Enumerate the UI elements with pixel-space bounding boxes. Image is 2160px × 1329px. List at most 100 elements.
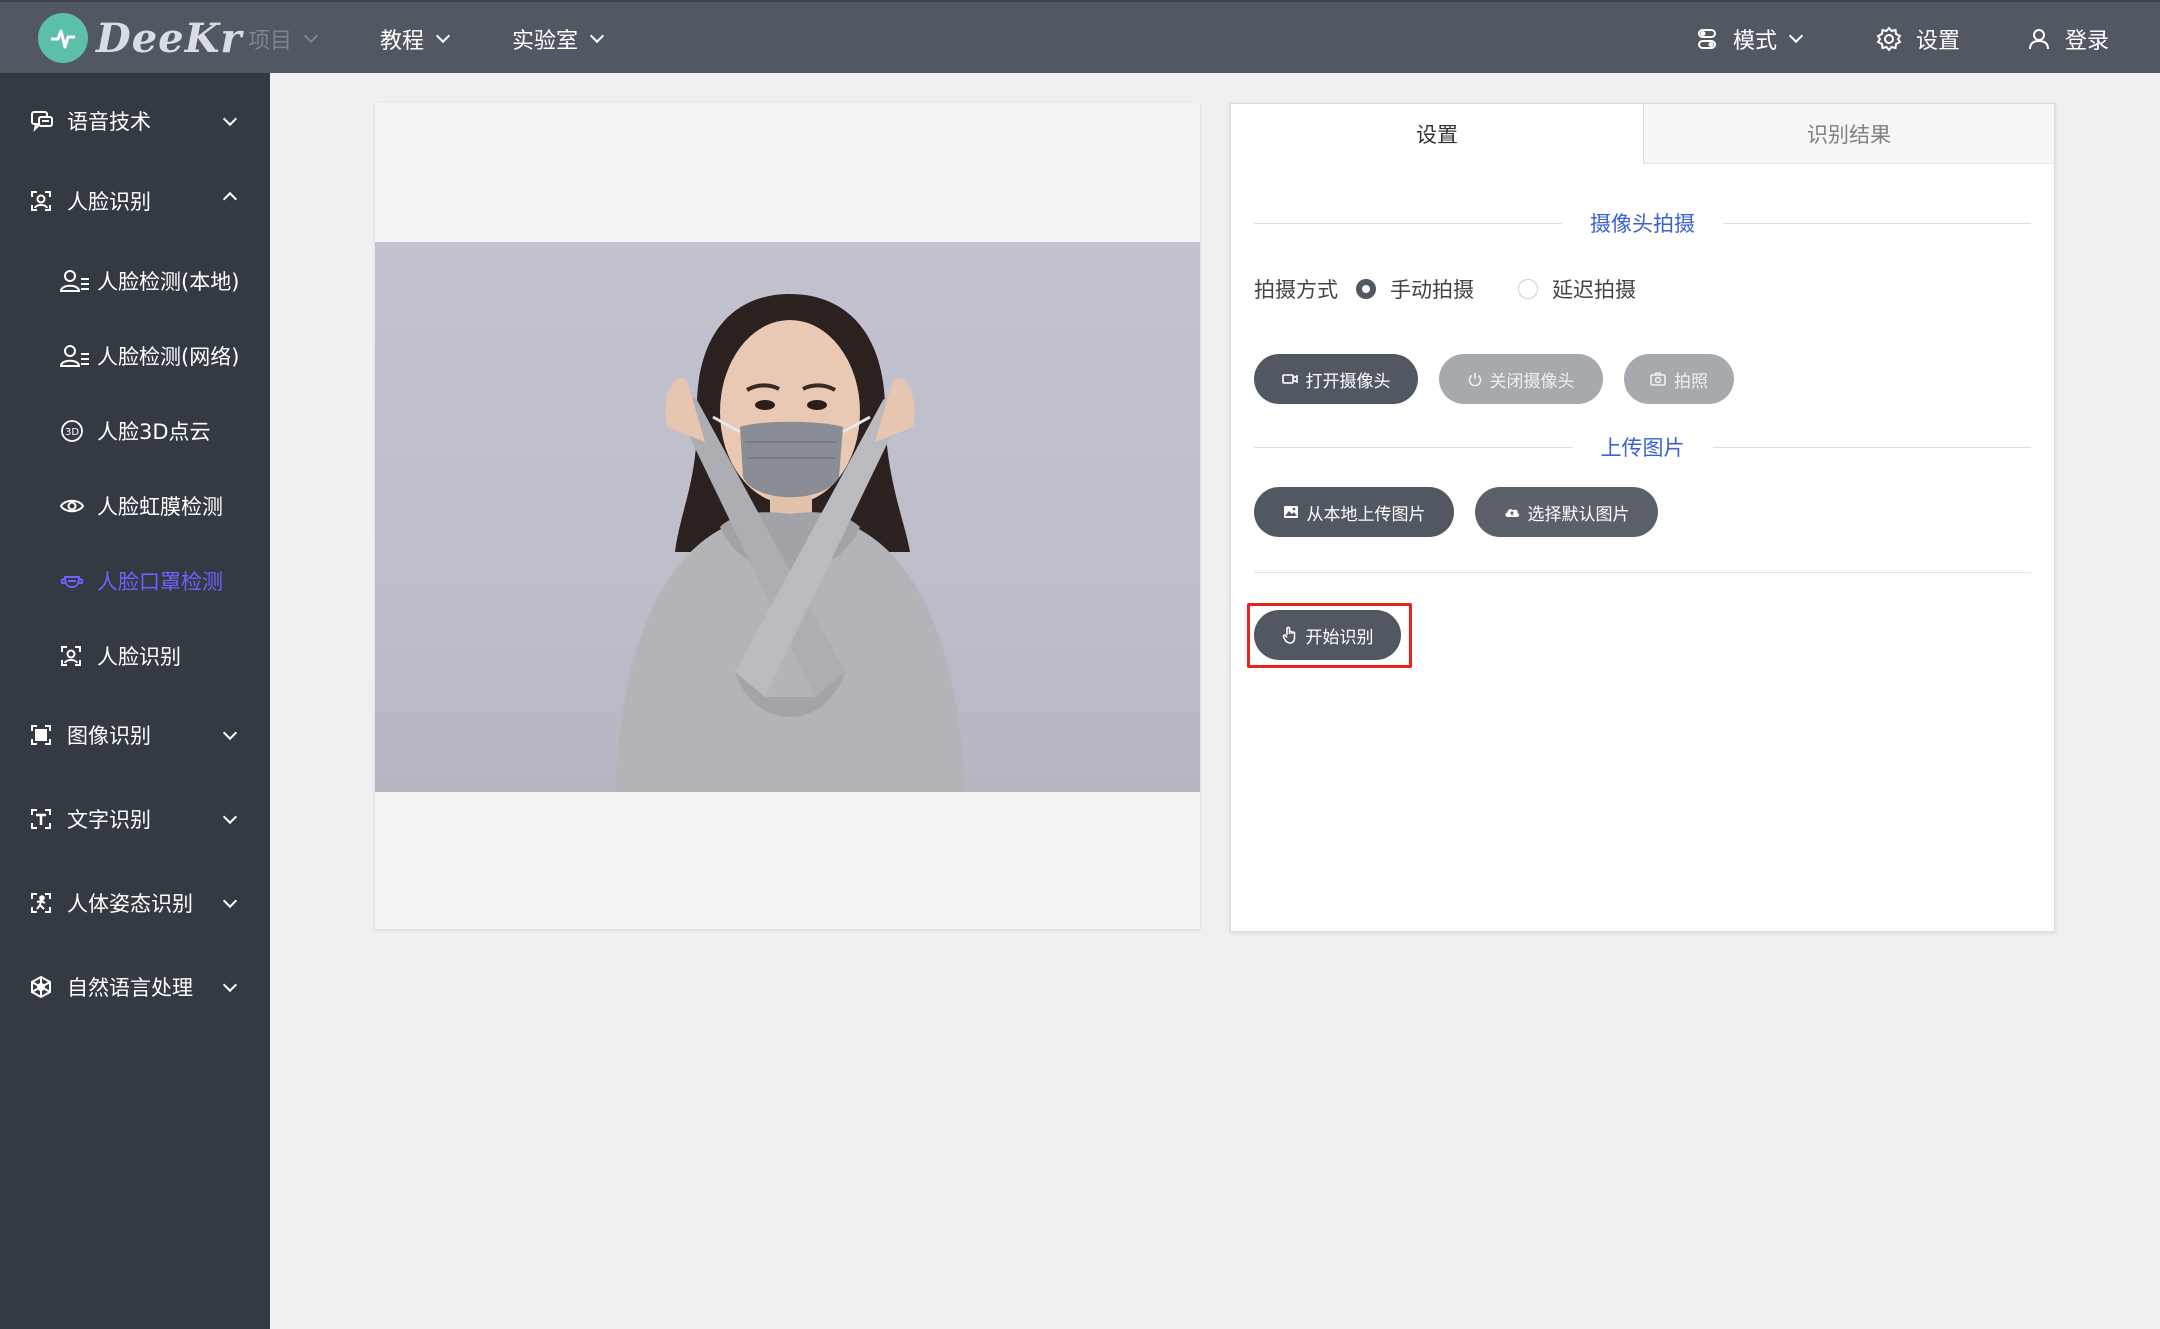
mask-icon (60, 572, 84, 590)
image-icon (1283, 505, 1299, 519)
logo[interactable]: DeeKr (38, 12, 242, 64)
close-camera-button[interactable]: 关闭摄像头 (1439, 354, 1603, 404)
nlp-icon (30, 976, 52, 998)
upload-section-title: 上传图片 (1600, 436, 1685, 460)
logo-text: DeeKr (96, 14, 243, 62)
sidebar-item-face-recognize[interactable]: 人脸识别 (0, 636, 270, 676)
sidebar-item-label: 人脸虹膜检测 (97, 495, 223, 519)
settings-panel: 设置 识别结果 摄像头拍摄 拍摄方式 手动拍摄 延迟拍摄 打开摄像头 关闭摄像头… (1230, 103, 2055, 932)
eye-icon (60, 497, 84, 515)
preview-photo (375, 242, 1200, 792)
sidebar-item-label: 自然语言处理 (67, 976, 193, 1000)
nav-tutorials[interactable]: 教程 (380, 2, 451, 75)
choose-default-image-button[interactable]: 选择默认图片 (1475, 487, 1658, 537)
user-list-icon (60, 269, 90, 293)
video-camera-icon (1281, 373, 1298, 385)
chevron-down-icon (589, 28, 605, 43)
take-photo-button[interactable]: 拍照 (1624, 354, 1734, 404)
nav-lab-label: 实验室 (512, 28, 579, 54)
user-list-icon (60, 344, 90, 368)
sidebar: 语音技术 人脸识别 人脸检测(本地) 人脸检测(网络) 3D 人脸3D点云 人脸… (0, 73, 270, 1329)
camera-section-divider: 摄像头拍摄 (1254, 210, 2031, 236)
capture-mode-row: 拍摄方式 手动拍摄 延迟拍摄 (1254, 274, 1636, 304)
sidebar-item-label: 人脸识别 (67, 190, 151, 214)
take-photo-label: 拍照 (1674, 371, 1708, 392)
upload-section-divider: 上传图片 (1254, 434, 2031, 460)
sidebar-item-label: 人脸识别 (97, 645, 181, 669)
cloud-upload-icon (1504, 506, 1520, 518)
manual-capture-radio[interactable] (1356, 279, 1376, 299)
chevron-down-icon (1788, 28, 1804, 43)
open-camera-button[interactable]: 打开摄像头 (1254, 354, 1418, 404)
delayed-capture-label[interactable]: 延迟拍摄 (1552, 274, 1636, 304)
panel-tabs: 设置 识别结果 (1231, 104, 2054, 164)
login-link[interactable]: 登录 (2027, 2, 2109, 75)
image-preview-card (375, 103, 1200, 929)
masked-woman-illustration (615, 294, 965, 792)
settings-label: 设置 (1916, 28, 1961, 54)
camera-icon (1650, 372, 1666, 386)
sidebar-item-label: 人脸3D点云 (97, 420, 211, 444)
sidebar-item-label: 人脸检测(网络) (97, 345, 240, 369)
sidebar-item-label: 人脸口罩检测 (97, 570, 223, 594)
nav-projects-label: 项目 (248, 28, 293, 54)
chevron-down-icon (222, 725, 238, 741)
sidebar-item-iris-detection[interactable]: 人脸虹膜检测 (0, 486, 270, 526)
gear-icon (1876, 25, 1902, 52)
upload-local-image-button[interactable]: 从本地上传图片 (1254, 487, 1454, 537)
section-divider-line (1254, 572, 2031, 573)
sidebar-item-pose-recognition[interactable]: 人体姿态识别 (0, 883, 270, 923)
manual-capture-label[interactable]: 手动拍摄 (1390, 274, 1474, 304)
power-icon (1468, 372, 1482, 386)
sidebar-item-label: 人脸检测(本地) (97, 270, 240, 294)
chevron-down-icon (222, 111, 238, 127)
chevron-down-icon (303, 28, 319, 43)
camera-section-title: 摄像头拍摄 (1590, 212, 1695, 236)
sidebar-item-image-recognition[interactable]: 图像识别 (0, 715, 270, 755)
text-scan-icon (30, 808, 52, 830)
image-scan-icon (30, 724, 52, 746)
sidebar-item-label: 语音技术 (67, 110, 151, 134)
sidebar-item-face-recognition[interactable]: 人脸识别 (0, 181, 270, 221)
chevron-down-icon (435, 28, 451, 43)
delayed-capture-radio[interactable] (1518, 279, 1538, 299)
choose-default-image-label: 选择默认图片 (1527, 504, 1630, 525)
tab-settings[interactable]: 设置 (1231, 104, 1643, 164)
user-icon (2027, 27, 2051, 51)
upload-local-image-label: 从本地上传图片 (1306, 504, 1426, 525)
open-camera-label: 打开摄像头 (1305, 371, 1391, 392)
login-label: 登录 (2065, 28, 2110, 54)
svg-text:3D: 3D (65, 427, 79, 438)
sidebar-item-face-detect-network[interactable]: 人脸检测(网络) (0, 336, 270, 376)
face-icon (60, 645, 82, 667)
sidebar-item-face-detect-local[interactable]: 人脸检测(本地) (0, 261, 270, 301)
3d-icon: 3D (60, 419, 84, 443)
chevron-down-icon (222, 893, 238, 909)
chevron-down-icon (222, 809, 238, 825)
face-icon (30, 190, 52, 212)
mode-menu[interactable]: 模式 (1695, 2, 1804, 75)
sidebar-item-speech[interactable]: 语音技术 (0, 101, 270, 141)
start-button-highlight (1247, 603, 1412, 668)
sidebar-item-label: 文字识别 (67, 808, 151, 832)
logo-mark-icon (38, 13, 88, 63)
sidebar-item-label: 人体姿态识别 (67, 892, 193, 916)
top-bar: DeeKr 项目 教程 实验室 模式 设置 登录 (0, 0, 2160, 73)
nav-projects[interactable]: 项目 (248, 2, 319, 75)
speech-icon (30, 110, 54, 132)
pose-icon (30, 892, 52, 914)
sidebar-item-text-recognition[interactable]: 文字识别 (0, 799, 270, 839)
sidebar-item-mask-detection[interactable]: 人脸口罩检测 (0, 561, 270, 601)
close-camera-label: 关闭摄像头 (1489, 371, 1575, 392)
sidebar-item-nlp[interactable]: 自然语言处理 (0, 967, 270, 1007)
tab-results[interactable]: 识别结果 (1643, 104, 2054, 164)
nav-tutorials-label: 教程 (380, 28, 425, 54)
chevron-up-icon (222, 191, 238, 207)
mode-label: 模式 (1733, 28, 1778, 54)
sidebar-item-face-3d[interactable]: 3D 人脸3D点云 (0, 411, 270, 451)
mode-switch-icon (1695, 27, 1719, 51)
sidebar-item-label: 图像识别 (67, 724, 151, 748)
settings-link[interactable]: 设置 (1876, 2, 1960, 75)
capture-mode-label: 拍摄方式 (1254, 278, 1338, 302)
nav-lab[interactable]: 实验室 (512, 2, 605, 75)
